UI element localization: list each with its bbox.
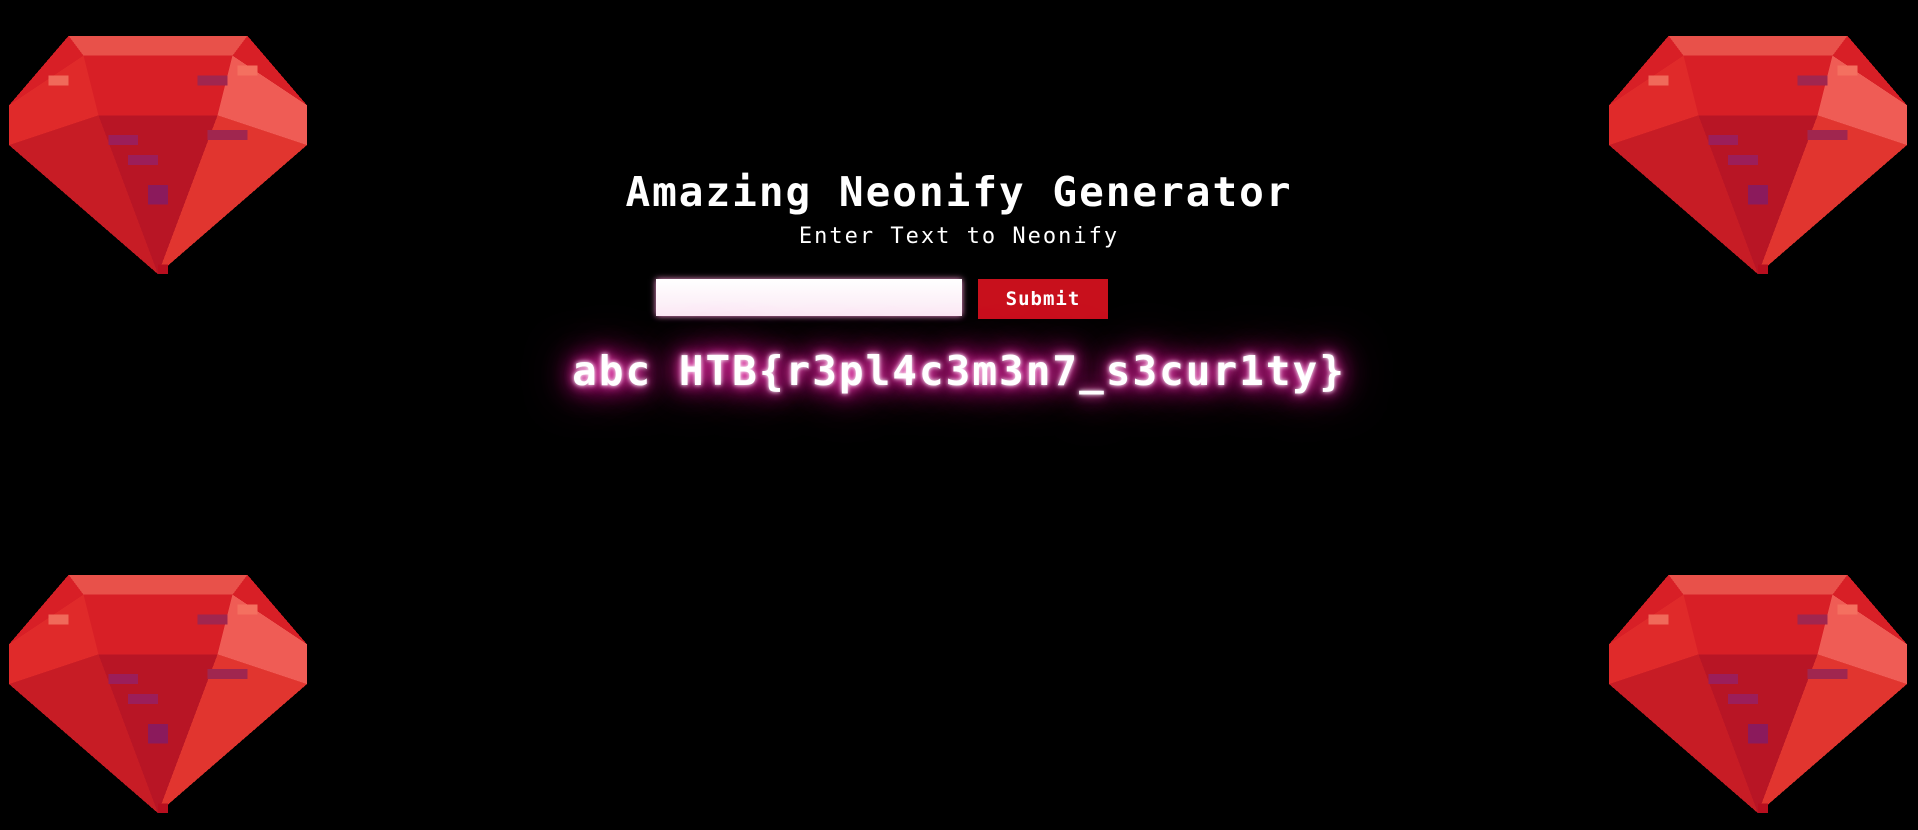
neon-text-input[interactable]	[656, 279, 962, 316]
neonify-form: Submit	[656, 279, 1108, 319]
ruby-gem-icon	[9, 573, 307, 815]
ruby-gem-icon	[1609, 573, 1907, 815]
page-subtitle: Enter Text to Neonify	[798, 224, 1120, 249]
neon-output-text: abc HTB{r3pl4c3m3n7_s3cur1ty}	[572, 347, 1346, 395]
page-title: Amazing Neonify Generator	[625, 168, 1293, 216]
submit-button[interactable]: Submit	[978, 279, 1108, 319]
